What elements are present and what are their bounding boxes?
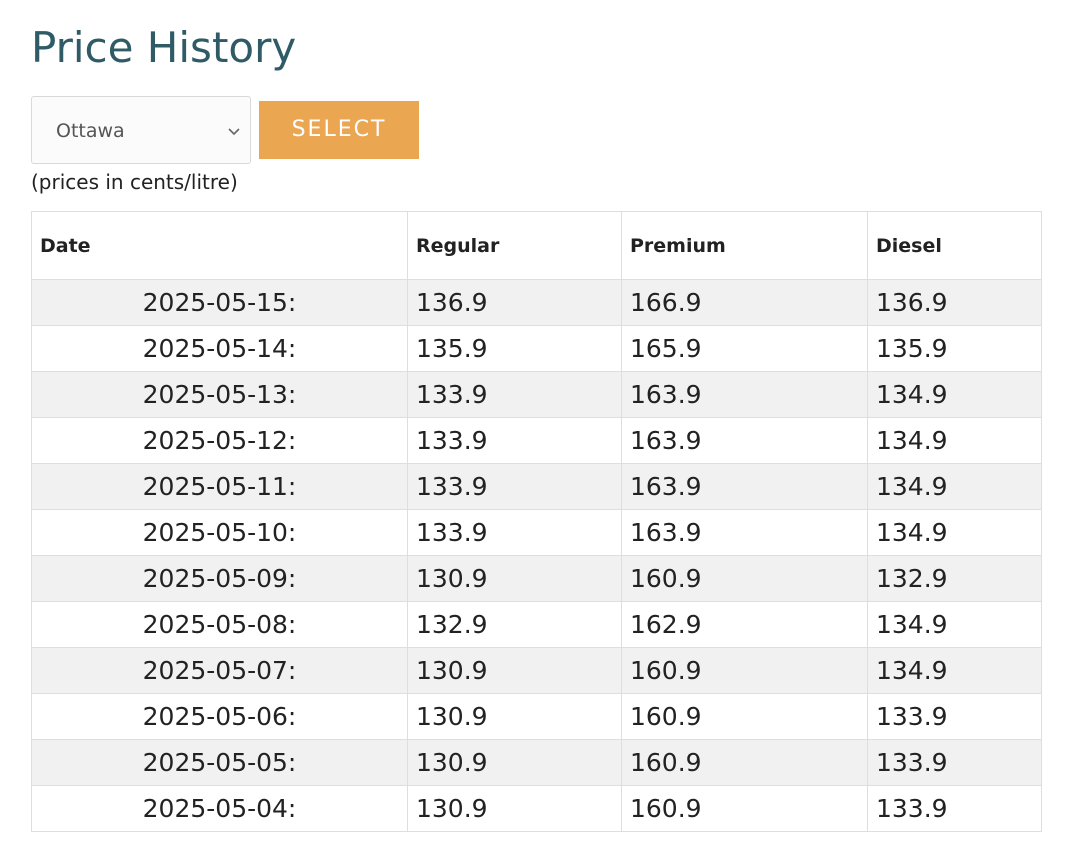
premium-cell: 163.9 [621, 371, 868, 418]
table-row: 2025-05-06: 130.9 160.9 133.9 [31, 693, 1042, 740]
table-row: 2025-05-08: 132.9 162.9 134.9 [31, 601, 1042, 648]
premium-cell: 160.9 [621, 693, 868, 740]
date-cell: 2025-05-04: [31, 785, 408, 832]
city-select[interactable]: Ottawa [31, 96, 251, 164]
diesel-cell: 136.9 [867, 279, 1042, 326]
table-body: 2025-05-15: 136.9 166.9 136.9 2025-05-14: 135… [31, 279, 1042, 832]
regular-cell: 133.9 [407, 417, 622, 464]
date-cell: 2025-05-10: [31, 509, 408, 556]
diesel-cell: 134.9 [867, 417, 1042, 464]
diesel-cell: 134.9 [867, 371, 1042, 418]
date-cell: 2025-05-13: [31, 371, 408, 418]
column-header-regular: Regular [407, 211, 622, 280]
diesel-cell: 133.9 [867, 693, 1042, 740]
diesel-cell: 133.9 [867, 785, 1042, 832]
table-row: 2025-05-09: 130.9 160.9 132.9 [31, 555, 1042, 602]
premium-cell: 163.9 [621, 463, 868, 510]
premium-cell: 160.9 [621, 785, 868, 832]
date-cell: 2025-05-08: [31, 601, 408, 648]
diesel-cell: 134.9 [867, 509, 1042, 556]
date-cell: 2025-05-07: [31, 647, 408, 694]
premium-cell: 165.9 [621, 325, 868, 372]
regular-cell: 133.9 [407, 371, 622, 418]
regular-cell: 130.9 [407, 693, 622, 740]
select-button[interactable]: SELECT [259, 101, 419, 159]
premium-cell: 166.9 [621, 279, 868, 326]
units-note: (prices in cents/litre) [31, 170, 238, 194]
diesel-cell: 134.9 [867, 463, 1042, 510]
premium-cell: 163.9 [621, 509, 868, 556]
table-row: 2025-05-07: 130.9 160.9 134.9 [31, 647, 1042, 694]
date-cell: 2025-05-15: [31, 279, 408, 326]
regular-cell: 135.9 [407, 325, 622, 372]
city-select-value: Ottawa [56, 120, 125, 142]
diesel-cell: 132.9 [867, 555, 1042, 602]
date-cell: 2025-05-05: [31, 739, 408, 786]
table-row: 2025-05-05: 130.9 160.9 133.9 [31, 739, 1042, 786]
diesel-cell: 133.9 [867, 739, 1042, 786]
regular-cell: 133.9 [407, 463, 622, 510]
diesel-cell: 134.9 [867, 601, 1042, 648]
column-header-diesel: Diesel [867, 211, 1042, 280]
date-cell: 2025-05-09: [31, 555, 408, 602]
date-cell: 2025-05-12: [31, 417, 408, 464]
regular-cell: 130.9 [407, 555, 622, 602]
premium-cell: 160.9 [621, 739, 868, 786]
table-row: 2025-05-10: 133.9 163.9 134.9 [31, 509, 1042, 556]
regular-cell: 130.9 [407, 785, 622, 832]
table-header-row: Date Regular Premium Diesel [31, 211, 1042, 280]
premium-cell: 160.9 [621, 647, 868, 694]
regular-cell: 130.9 [407, 739, 622, 786]
table-row: 2025-05-13: 133.9 163.9 134.9 [31, 371, 1042, 418]
diesel-cell: 135.9 [867, 325, 1042, 372]
premium-cell: 163.9 [621, 417, 868, 464]
price-history-table: Date Regular Premium Diesel 2025-05-15: 1… [31, 211, 1042, 832]
table-row: 2025-05-11: 133.9 163.9 134.9 [31, 463, 1042, 510]
column-header-premium: Premium [621, 211, 868, 280]
regular-cell: 133.9 [407, 509, 622, 556]
table-row: 2025-05-15: 136.9 166.9 136.9 [31, 279, 1042, 326]
chevron-down-icon [228, 128, 240, 136]
page-title: Price History [31, 23, 297, 72]
regular-cell: 130.9 [407, 647, 622, 694]
premium-cell: 162.9 [621, 601, 868, 648]
date-cell: 2025-05-11: [31, 463, 408, 510]
diesel-cell: 134.9 [867, 647, 1042, 694]
table-row: 2025-05-04: 130.9 160.9 133.9 [31, 785, 1042, 832]
date-cell: 2025-05-14: [31, 325, 408, 372]
column-header-date: Date [31, 211, 408, 280]
regular-cell: 136.9 [407, 279, 622, 326]
date-cell: 2025-05-06: [31, 693, 408, 740]
premium-cell: 160.9 [621, 555, 868, 602]
table-row: 2025-05-14: 135.9 165.9 135.9 [31, 325, 1042, 372]
regular-cell: 132.9 [407, 601, 622, 648]
table-row: 2025-05-12: 133.9 163.9 134.9 [31, 417, 1042, 464]
